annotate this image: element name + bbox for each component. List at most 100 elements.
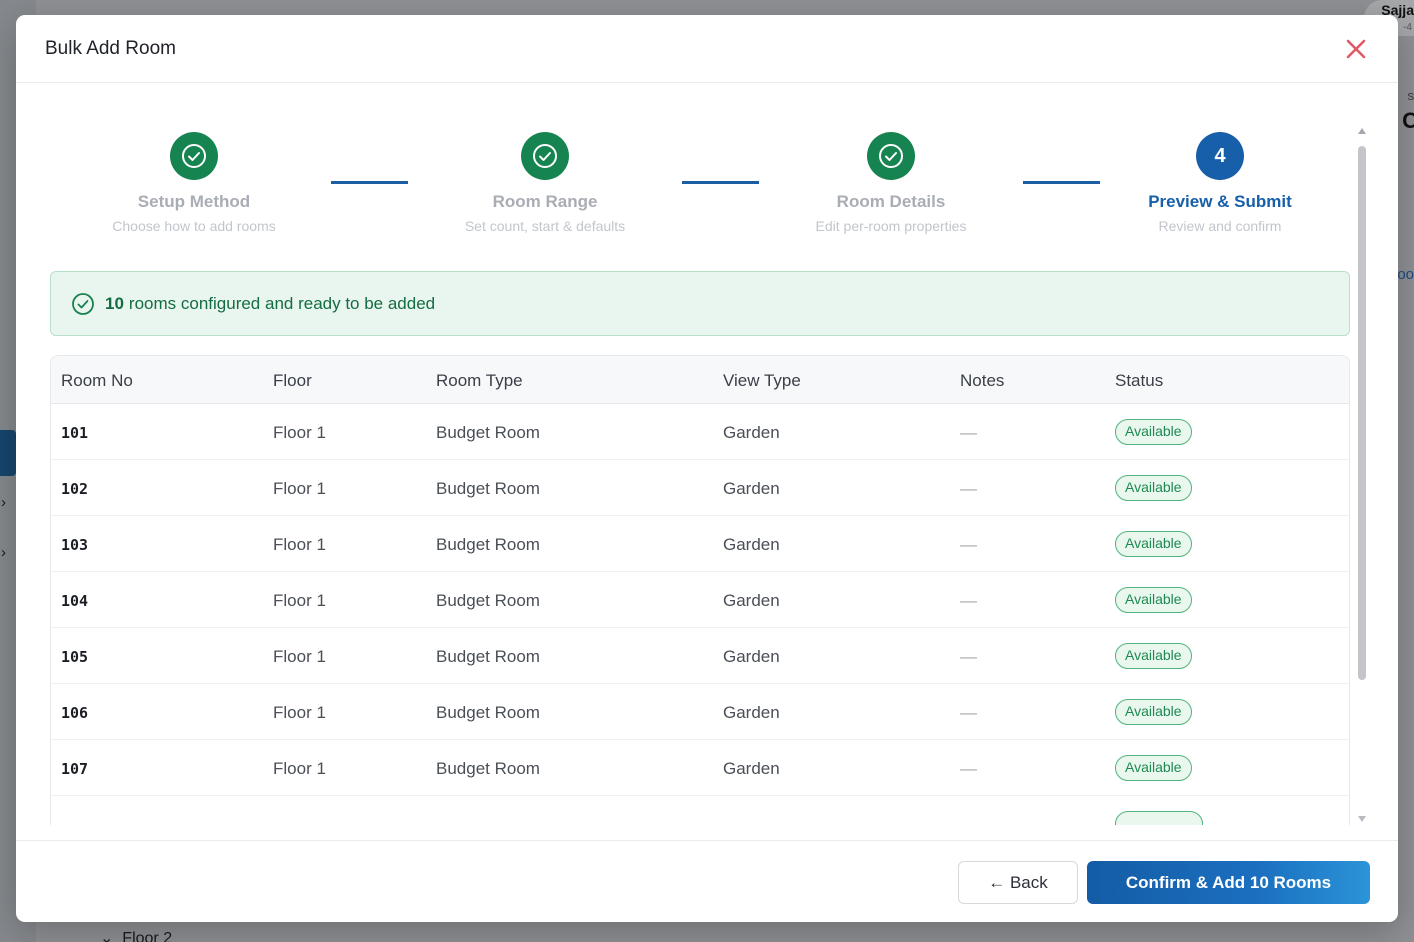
cell-notes: —: [960, 703, 977, 722]
scroll-up-arrow-icon[interactable]: [1358, 128, 1366, 134]
status-badge: Available: [1115, 419, 1192, 445]
status-badge: Available: [1115, 643, 1192, 669]
column-header-room-no: Room No: [61, 371, 133, 390]
chevron-right-icon: ›: [1, 494, 6, 511]
cell-floor: Floor 1: [273, 647, 326, 666]
cell-room-no: 105: [61, 648, 89, 666]
table-row: 104 Floor 1 Budget Room Garden — Available: [51, 572, 1349, 628]
scroll-down-arrow-icon[interactable]: [1358, 816, 1366, 822]
cell-room-no: 104: [61, 592, 89, 610]
column-header-floor: Floor: [273, 371, 312, 390]
modal-title: Bulk Add Room: [45, 38, 176, 59]
success-banner: 10 rooms configured and ready to be adde…: [50, 271, 1350, 336]
cell-view-type: Garden: [723, 591, 780, 610]
cell-view-type: Garden: [723, 759, 780, 778]
step-connector: [682, 181, 759, 184]
status-badge: Available: [1115, 587, 1192, 613]
cell-floor: Floor 1: [273, 535, 326, 554]
table-row: 106 Floor 1 Budget Room Garden — Available: [51, 684, 1349, 740]
cell-notes: —: [960, 423, 977, 442]
scrollbar-thumb[interactable]: [1358, 146, 1366, 680]
cell-floor: Floor 1: [273, 591, 326, 610]
cell-room-type: Budget Room: [436, 647, 540, 666]
cell-view-type: Garden: [723, 479, 780, 498]
step-title: Room Range: [492, 192, 598, 211]
step-completed-badge: [170, 132, 218, 180]
column-header-status: Status: [1115, 371, 1164, 390]
cell-view-type: Garden: [723, 423, 780, 442]
background-floor-label: Floor 2: [122, 930, 173, 942]
cell-room-no: 102: [61, 480, 89, 498]
table-header: Room No Floor Room Type View Type Notes …: [51, 356, 1349, 404]
modal-body: Setup Method Choose how to add rooms Roo…: [16, 84, 1398, 825]
step-preview-submit: 4 Preview & Submit Review and confirm: [1100, 132, 1340, 234]
step-title: Room Details: [836, 192, 946, 211]
cell-floor: Floor 1: [273, 703, 326, 722]
step-subtitle: Set count, start & defaults: [464, 218, 626, 234]
close-icon: [1346, 39, 1366, 59]
background-floor-section: ⌄ Floor 2: [100, 928, 172, 942]
banner-room-count: 10: [105, 293, 124, 313]
confirm-add-rooms-button[interactable]: Confirm & Add 10 Rooms: [1087, 861, 1370, 904]
background-tab: oo: [1397, 266, 1414, 283]
step-subtitle: Review and confirm: [1158, 218, 1282, 234]
step-subtitle: Choose how to add rooms: [112, 218, 276, 234]
step-completed-badge: [867, 132, 915, 180]
close-button[interactable]: [1344, 37, 1368, 61]
step-room-range: Room Range Set count, start & defaults: [425, 132, 665, 234]
cell-notes: —: [960, 591, 977, 610]
table-row: 107 Floor 1 Budget Room Garden — Available: [51, 740, 1349, 796]
bulk-add-room-modal: Bulk Add Room Setup Method Choose how to…: [16, 15, 1398, 922]
cell-view-type: Garden: [723, 703, 780, 722]
status-badge: [1115, 811, 1203, 825]
step-title: Preview & Submit: [1148, 192, 1292, 211]
chevron-right-icon: ›: [1, 544, 6, 561]
banner-message: rooms configured and ready to be added: [128, 293, 436, 313]
check-circle-icon: [72, 292, 94, 315]
cell-floor: Floor 1: [273, 759, 326, 778]
step-number-badge: 4: [1196, 132, 1244, 180]
modal-scrollbar[interactable]: [1356, 128, 1368, 825]
column-header-notes: Notes: [960, 371, 1005, 390]
status-badge: Available: [1115, 475, 1192, 501]
cell-room-type: Budget Room: [436, 535, 540, 554]
background-sidebar-active-item: [0, 430, 16, 476]
cell-room-type: Budget Room: [436, 759, 540, 778]
cell-room-type: Budget Room: [436, 423, 540, 442]
rooms-preview-table: Room No Floor Room Type View Type Notes …: [50, 355, 1350, 825]
check-circle-icon: [182, 144, 206, 168]
step-setup-method: Setup Method Choose how to add rooms: [74, 132, 314, 234]
cell-room-type: Budget Room: [436, 591, 540, 610]
step-connector: [1023, 181, 1100, 184]
cell-floor: Floor 1: [273, 423, 326, 442]
status-badge: Available: [1115, 699, 1192, 725]
cell-floor: Floor 1: [273, 479, 326, 498]
table-body: 101 Floor 1 Budget Room Garden — Available 102…: [51, 404, 1349, 825]
cell-notes: —: [960, 647, 977, 666]
step-title: Setup Method: [137, 192, 251, 211]
cell-notes: —: [960, 535, 977, 554]
cell-room-type: Budget Room: [436, 479, 540, 498]
cell-room-type: Budget Room: [436, 703, 540, 722]
cell-room-no: 107: [61, 760, 89, 778]
column-header-room-type: Room Type: [436, 371, 523, 390]
cell-notes: —: [960, 479, 977, 498]
table-row: [51, 796, 1349, 825]
table-row: 101 Floor 1 Budget Room Garden — Available: [51, 404, 1349, 460]
modal-footer: ← Back Confirm & Add 10 Rooms: [16, 840, 1398, 922]
status-badge: Available: [1115, 755, 1192, 781]
check-circle-icon: [533, 144, 557, 168]
step-completed-badge: [521, 132, 569, 180]
back-button[interactable]: ← Back: [958, 861, 1078, 904]
background-label: C: [1402, 108, 1414, 133]
status-badge: Available: [1115, 531, 1192, 557]
table-row: 103 Floor 1 Budget Room Garden — Available: [51, 516, 1349, 572]
step-connector: [331, 181, 408, 184]
step-room-details: Room Details Edit per-room properties: [771, 132, 1011, 234]
cell-room-no: 101: [61, 424, 89, 442]
cell-room-no: 106: [61, 704, 89, 722]
step-subtitle: Edit per-room properties: [815, 218, 967, 234]
cell-notes: —: [960, 759, 977, 778]
background-user-sub: -4: [1403, 22, 1412, 33]
background-label: S: [1407, 92, 1414, 103]
